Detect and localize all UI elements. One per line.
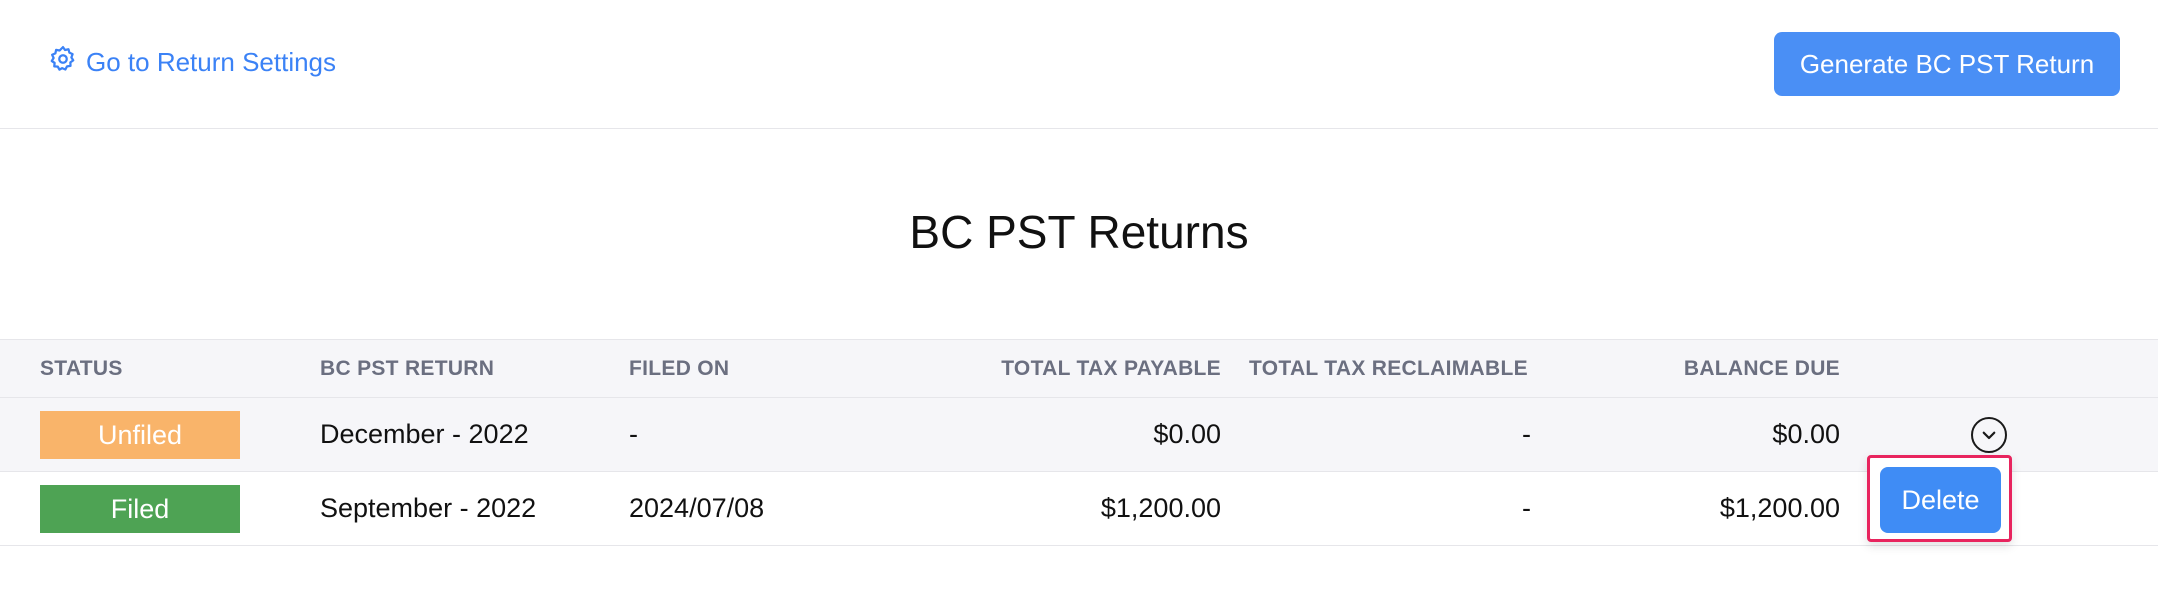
return-period[interactable]: December - 2022 [320,398,629,472]
row-actions-menu: Delete [1867,455,2012,542]
status-badge: Unfiled [40,410,240,459]
page-title: BC PST Returns [909,206,1249,258]
return-settings-label: Go to Return Settings [86,46,337,77]
returns-table: STATUS BC PST RETURN FILED ON TOTAL TAX … [0,339,2158,546]
filed-on: 2024/07/08 [629,493,765,523]
filed-on: - [629,419,638,449]
table-row[interactable]: Unfiled December - 2022 - $0.00 - $0.00 [0,397,2158,472]
balance-due: $0.00 [1772,419,1840,449]
column-header-actions [1840,340,2158,398]
status-badge: Filed [40,484,240,533]
column-header-status: STATUS [40,356,123,380]
table-row[interactable]: Filed September - 2022 2024/07/08 $1,200… [0,472,2158,546]
total-tax-reclaimable: - [1522,493,1531,523]
total-tax-payable: $1,200.00 [1100,493,1221,523]
balance-due: $1,200.00 [1719,493,1840,523]
table-header-row: STATUS BC PST RETURN FILED ON TOTAL TAX … [0,339,2158,398]
delete-button[interactable]: Delete [1880,467,2001,533]
return-period[interactable]: September - 2022 [320,472,629,546]
column-header-return: BC PST RETURN [320,356,495,380]
top-bar: Go to Return Settings Generate BC PST Re… [0,0,2158,129]
return-settings-link[interactable]: Go to Return Settings [48,44,337,81]
total-tax-reclaimable: - [1522,419,1531,449]
column-header-tax-reclaimable: TOTAL TAX RECLAIMABLE [1249,356,1528,380]
total-tax-payable: $0.00 [1153,419,1221,449]
generate-return-button[interactable]: Generate BC PST Return [1774,32,2120,96]
gear-icon [48,44,78,81]
chevron-down-circle-icon[interactable] [1971,416,2007,453]
column-header-balance-due: BALANCE DUE [1683,356,1840,380]
column-header-filed-on: FILED ON [629,356,730,380]
column-header-tax-payable: TOTAL TAX PAYABLE [1001,356,1221,380]
